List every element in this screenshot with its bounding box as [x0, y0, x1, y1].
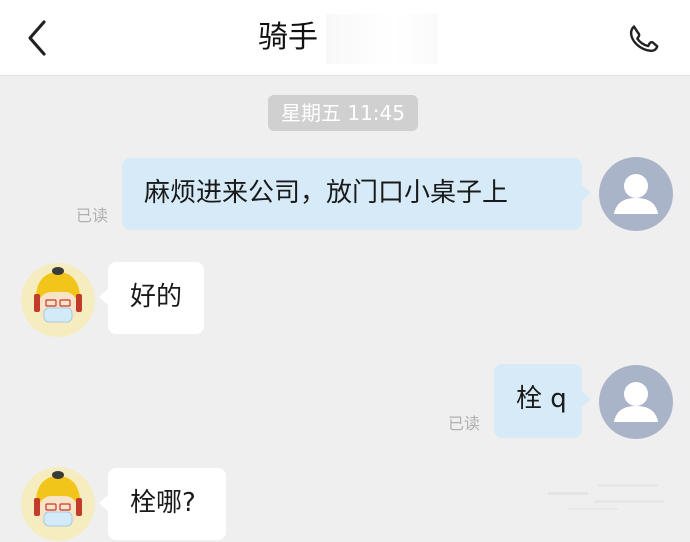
my-avatar[interactable] — [598, 364, 674, 440]
read-status: 已读 — [76, 206, 109, 225]
message-text: 好的 — [130, 282, 183, 312]
default-user-icon — [599, 157, 673, 231]
message-bubble-outgoing[interactable]: 麻烦进来公司，放门口小桌子上 — [122, 158, 591, 230]
chat-header: 骑手 — [0, 0, 690, 76]
chevron-left-icon — [28, 20, 46, 56]
message-bubble-outgoing[interactable]: 栓 q — [494, 364, 591, 438]
rider-cartoon-icon — [21, 467, 95, 541]
rider-avatar[interactable] — [20, 466, 96, 542]
rider-avatar[interactable] — [20, 262, 96, 338]
phone-icon — [629, 25, 659, 52]
read-status: 已读 — [448, 414, 481, 433]
default-user-icon — [599, 365, 673, 439]
my-avatar[interactable] — [598, 156, 674, 232]
watermark-smudge — [548, 484, 664, 510]
message-bubble-incoming[interactable]: 栓哪? — [99, 468, 226, 540]
call-button[interactable] — [624, 18, 664, 58]
timestamp-badge: 星期五 11:45 — [268, 95, 418, 131]
message-bubble-incoming[interactable]: 好的 — [99, 262, 204, 334]
message-text: 麻烦进来公司，放门口小桌子上 — [144, 178, 509, 208]
message-text: 栓 q — [516, 384, 567, 414]
message-text: 栓哪? — [130, 488, 196, 518]
back-button[interactable] — [18, 18, 58, 58]
name-redaction — [326, 14, 438, 64]
rider-cartoon-icon — [21, 263, 95, 337]
chat-title: 骑手 — [258, 20, 318, 55]
